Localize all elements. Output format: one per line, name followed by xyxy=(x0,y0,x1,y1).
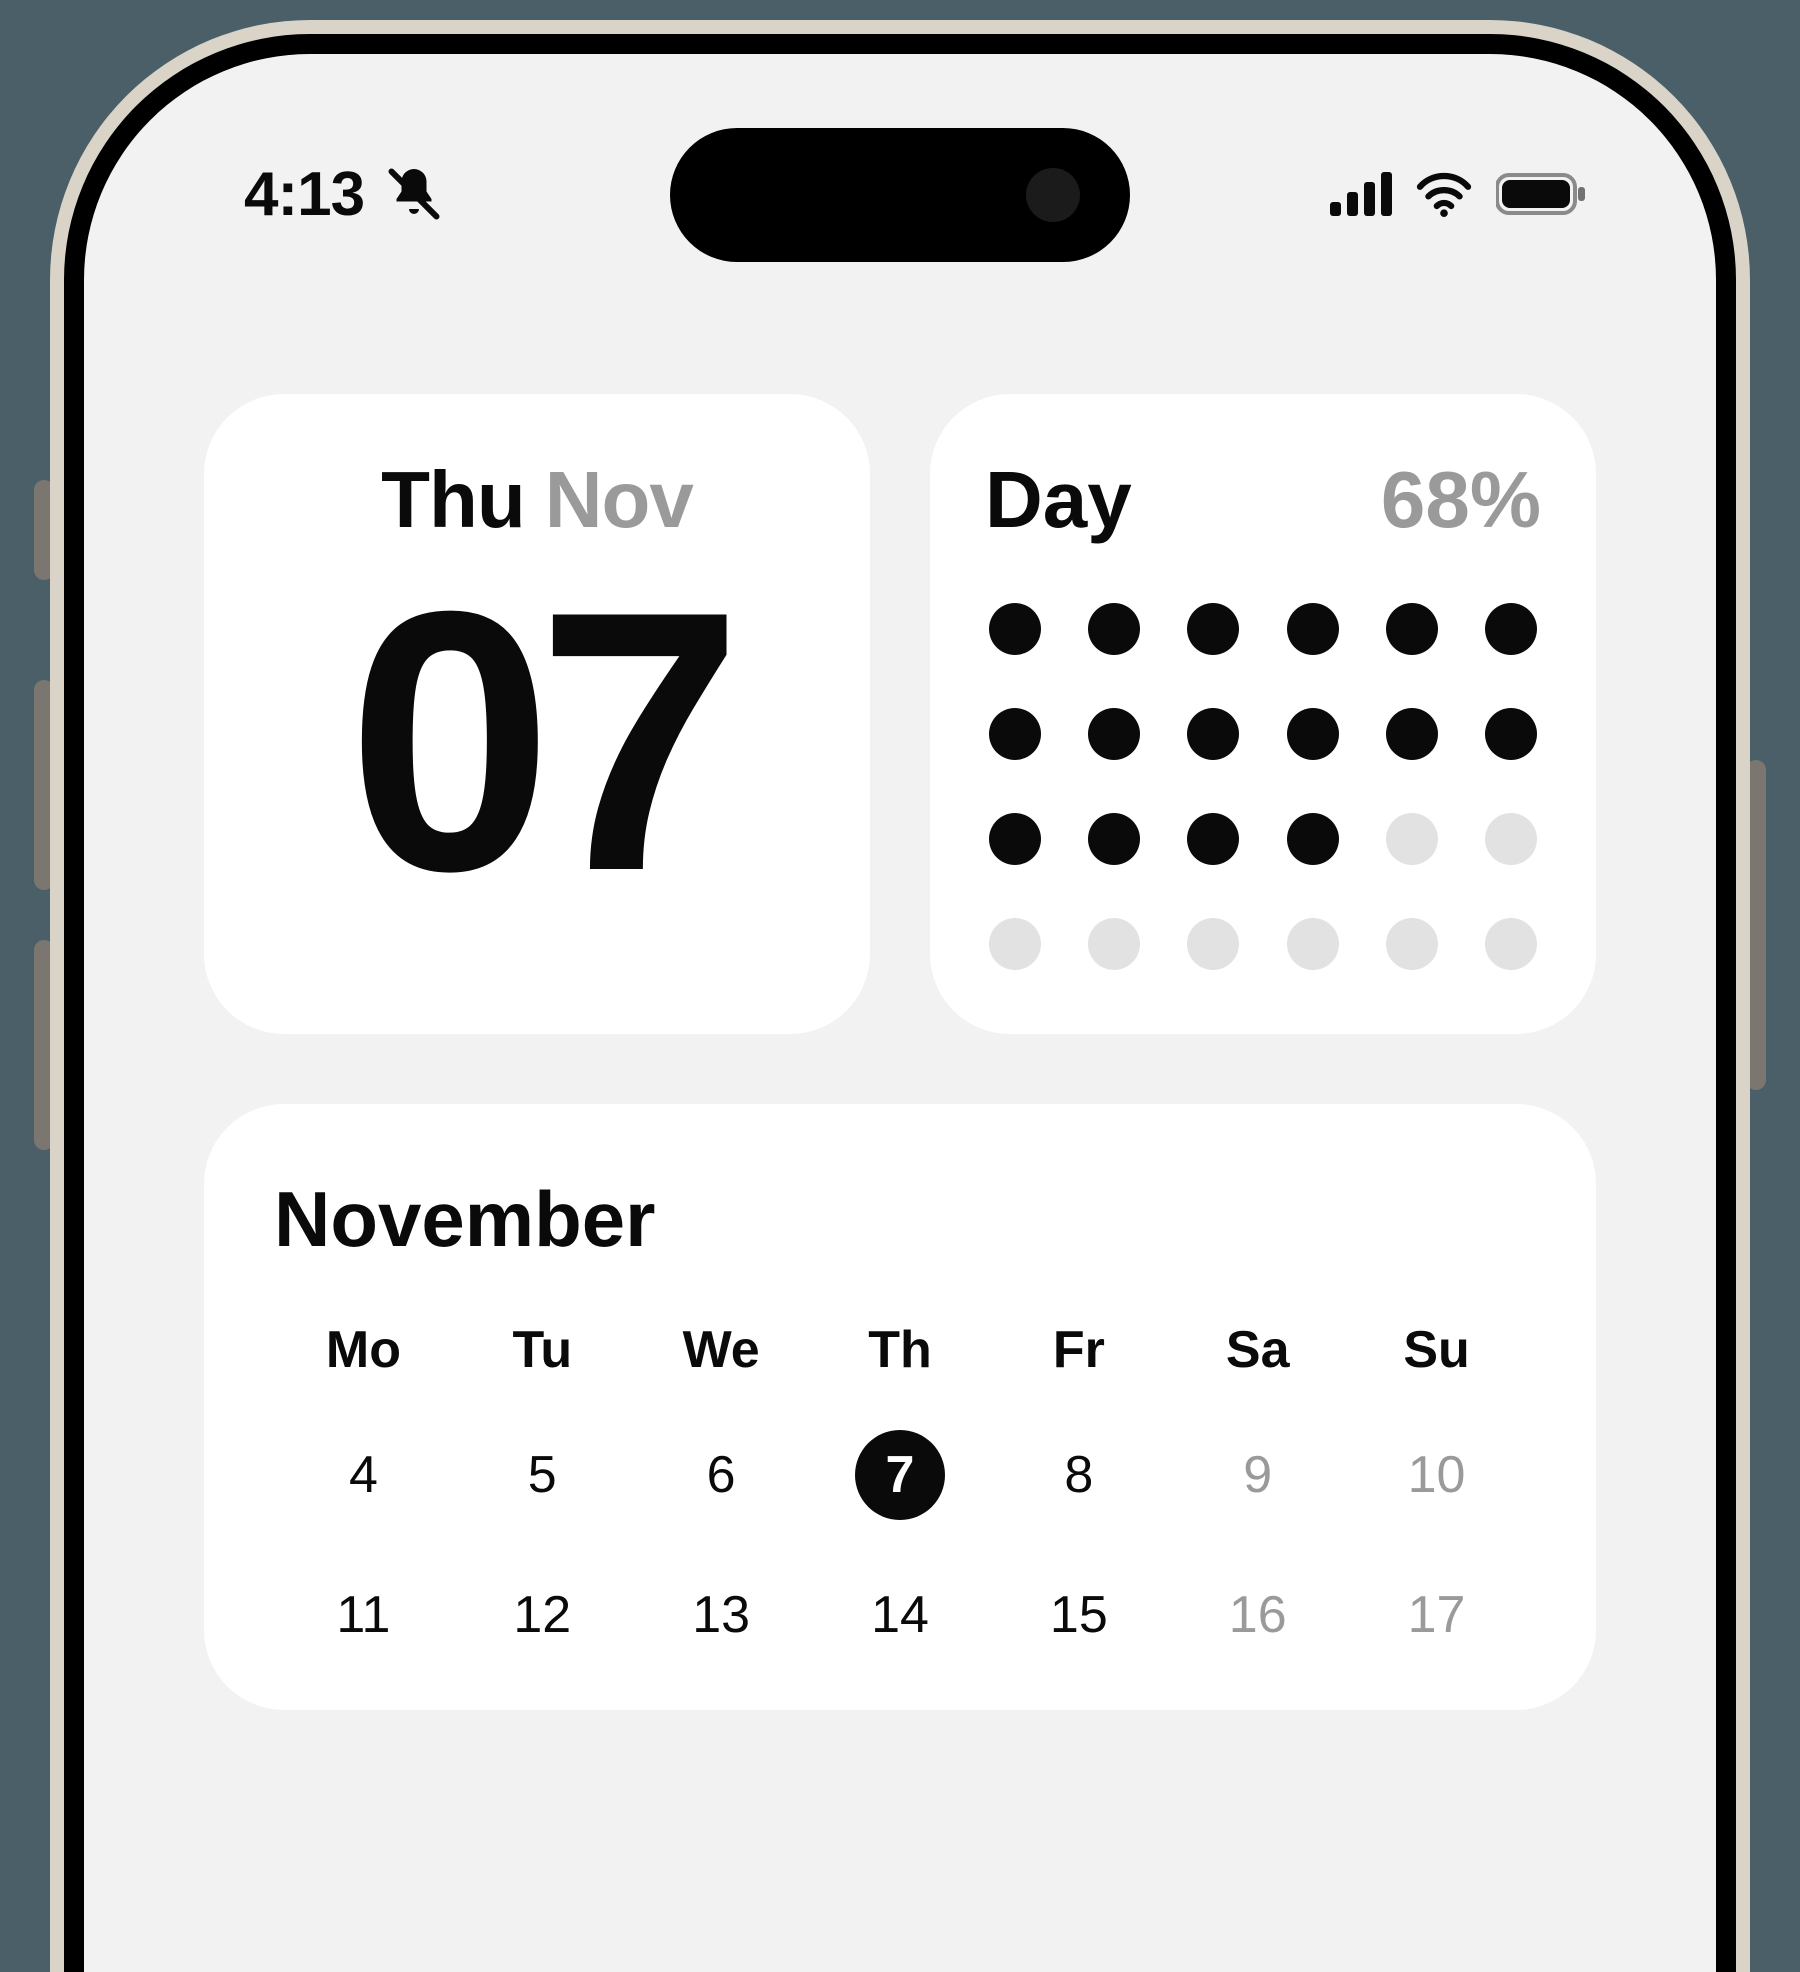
calendar-weekday-header: Su xyxy=(1347,1320,1526,1380)
day-dot xyxy=(1485,603,1537,655)
calendar-weekday-header: We xyxy=(632,1320,811,1380)
calendar-weekday-header: Fr xyxy=(989,1320,1168,1380)
wifi-icon xyxy=(1414,170,1474,218)
day-dot xyxy=(1187,603,1239,655)
day-dot xyxy=(1187,813,1239,865)
calendar-day[interactable]: 4 xyxy=(318,1430,408,1520)
calendar-day[interactable]: 16 xyxy=(1213,1570,1303,1660)
calendar-day[interactable]: 13 xyxy=(676,1570,766,1660)
day-dot xyxy=(1088,708,1140,760)
day-dot xyxy=(1386,603,1438,655)
calendar-weekday-header: Mo xyxy=(274,1320,453,1380)
calendar-grid: MoTuWeThFrSaSu 456789 10 11 12 13 14 15 16 17 xyxy=(274,1320,1526,1660)
day-dot xyxy=(1485,708,1537,760)
day-dot xyxy=(989,708,1041,760)
day-dot xyxy=(1088,603,1140,655)
calendar-month-label: November xyxy=(274,1174,1526,1265)
day-dot xyxy=(1386,918,1438,970)
calendar-day[interactable]: 10 xyxy=(1392,1430,1482,1520)
day-dot xyxy=(1485,918,1537,970)
battery-icon xyxy=(1496,172,1586,216)
calendar-weekday-header: Th xyxy=(811,1320,990,1380)
day-dot xyxy=(1287,813,1339,865)
calendar-weekday-header: Sa xyxy=(1168,1320,1347,1380)
status-time: 4:13 xyxy=(244,159,364,230)
day-dot xyxy=(1287,708,1339,760)
date-widget[interactable]: Thu Nov 07 xyxy=(204,394,870,1034)
day-percent: 68% xyxy=(1381,454,1541,546)
calendar-day[interactable]: 14 xyxy=(855,1570,945,1660)
bell-silent-icon xyxy=(384,164,444,224)
calendar-day[interactable]: 6 xyxy=(676,1430,766,1520)
calendar-day[interactable]: 12 xyxy=(497,1570,587,1660)
day-dot xyxy=(1287,918,1339,970)
day-dot xyxy=(989,918,1041,970)
day-dot xyxy=(1386,708,1438,760)
date-weekday: Thu xyxy=(381,454,525,546)
calendar-day[interactable]: 11 xyxy=(318,1570,408,1660)
day-dot xyxy=(989,813,1041,865)
calendar-day[interactable]: 5 xyxy=(497,1430,587,1520)
day-label: Day xyxy=(985,454,1132,546)
date-day-number: 07 xyxy=(259,566,815,918)
day-progress-widget[interactable]: Day 68% xyxy=(930,394,1596,1034)
date-month: Nov xyxy=(545,454,693,546)
calendar-weekday-header: Tu xyxy=(453,1320,632,1380)
cellular-signal-icon xyxy=(1330,172,1392,216)
day-dot xyxy=(1485,813,1537,865)
day-dot xyxy=(989,603,1041,655)
calendar-day-today[interactable]: 7 xyxy=(855,1430,945,1520)
day-dot xyxy=(1088,918,1140,970)
day-dot xyxy=(1187,708,1239,760)
calendar-day[interactable]: 9 xyxy=(1213,1430,1303,1520)
phone-screen: 4:13 xyxy=(84,54,1716,1972)
day-dot xyxy=(1187,918,1239,970)
calendar-day[interactable]: 17 xyxy=(1392,1570,1482,1660)
day-dot xyxy=(1287,603,1339,655)
calendar-day[interactable]: 8 xyxy=(1034,1430,1124,1520)
status-bar: 4:13 xyxy=(84,154,1716,234)
calendar-widget[interactable]: November MoTuWeThFrSaSu 456789 10 11 12 13 14 1… xyxy=(204,1104,1596,1710)
phone-frame: 4:13 xyxy=(50,20,1750,1972)
day-dots-grid xyxy=(985,596,1541,976)
day-dot xyxy=(1088,813,1140,865)
day-dot xyxy=(1386,813,1438,865)
calendar-day[interactable]: 15 xyxy=(1034,1570,1124,1660)
